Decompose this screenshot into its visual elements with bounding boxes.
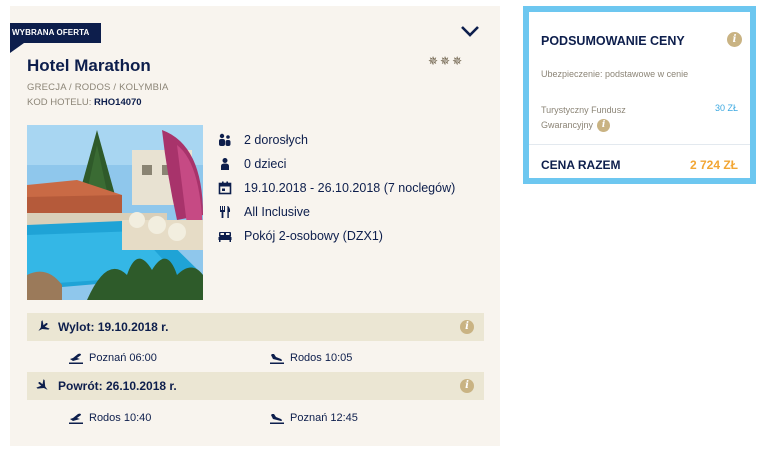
- summary-divider: [529, 144, 750, 145]
- adults-icon: [219, 133, 231, 146]
- bed-icon: [218, 232, 232, 242]
- hotel-code-label: KOD HOTELU:: [27, 97, 92, 108]
- plane-icon: [36, 379, 48, 390]
- adults-row: 2 dorosłych: [218, 128, 455, 152]
- hotel-name: Hotel Marathon: [27, 56, 151, 75]
- children-row: 0 dzieci: [218, 152, 455, 176]
- takeoff-icon: [69, 353, 83, 364]
- return-info-icon[interactable]: i: [460, 379, 474, 393]
- selected-offer-ribbon: WYBRANA OFERTA: [10, 23, 102, 43]
- takeoff-icon: [69, 413, 83, 424]
- dates-text: 19.10.2018 - 26.10.2018 (7 noclegów): [244, 181, 456, 195]
- insurance-text: Ubezpieczenie: podstawowe w cenie: [541, 69, 689, 79]
- guarantee-fund-info-icon[interactable]: i: [597, 119, 611, 133]
- cutlery-icon: [220, 206, 231, 218]
- guarantee-fund-label: Turystyczny Fundusz Gwarancyjny: [541, 105, 626, 130]
- guarantee-fund-row: Turystyczny Fundusz Gwarancyjny i: [541, 103, 651, 133]
- board-text: All Inclusive: [244, 205, 310, 219]
- return-departure-text: Rodos 10:40: [89, 412, 152, 424]
- room-row: Pokój 2-osobowy (DZX1): [218, 224, 455, 248]
- offer-card: WYBRANA OFERTA Hotel Marathon ✵✵✵ GRECJA…: [10, 6, 500, 446]
- guarantee-fund-value: 30 ZŁ: [714, 103, 738, 113]
- hotel-location: GRECJA / RODOS / KOLYMBIA: [27, 82, 169, 93]
- outbound-departure: Poznań 06:00: [69, 352, 157, 364]
- outbound-arrival: Rodos 10:05: [270, 352, 352, 364]
- outbound-departure-text: Poznań 06:00: [89, 352, 157, 364]
- landing-icon: [270, 354, 284, 364]
- return-arrival-text: Poznań 12:45: [290, 412, 358, 424]
- hotel-rating-stars: ✵✵✵: [428, 54, 465, 68]
- return-arrival: Poznań 12:45: [270, 412, 358, 424]
- outbound-flight-bar: Wylot: 19.10.2018 r. i: [27, 313, 484, 341]
- outbound-flight-label: Wylot: 19.10.2018 r.: [58, 320, 169, 334]
- offer-details: 2 dorosłych 0 dzieci 19.10.2018 - 26.10.…: [218, 128, 455, 248]
- landing-icon: [270, 414, 284, 424]
- return-flight-label: Powrót: 26.10.2018 r.: [58, 379, 177, 393]
- child-icon: [221, 158, 229, 170]
- return-flight-bar: Powrót: 26.10.2018 r. i: [27, 372, 484, 400]
- hotel-photo: [27, 125, 203, 300]
- hotel-code-value: RHO14070: [94, 97, 142, 108]
- outbound-arrival-text: Rodos 10:05: [290, 352, 353, 364]
- chevron-down-icon[interactable]: [460, 24, 480, 38]
- plane-icon: [38, 320, 50, 331]
- hotel-code: KOD HOTELU: RHO14070: [27, 97, 142, 108]
- summary-info-icon[interactable]: i: [727, 32, 742, 47]
- return-departure: Rodos 10:40: [69, 412, 151, 424]
- dates-row: 19.10.2018 - 26.10.2018 (7 noclegów): [218, 176, 455, 200]
- calendar-icon: [218, 181, 232, 195]
- price-summary-title: PODSUMOWANIE CENY: [541, 34, 685, 48]
- price-summary-panel: PODSUMOWANIE CENY i Ubezpieczenie: podst…: [523, 6, 756, 184]
- total-price-label: CENA RAZEM: [541, 158, 621, 172]
- total-price-value: 2 724 ZŁ: [689, 158, 738, 172]
- room-text: Pokój 2-osobowy (DZX1): [244, 229, 383, 243]
- board-row: All Inclusive: [218, 200, 455, 224]
- outbound-info-icon[interactable]: i: [460, 320, 474, 334]
- adults-text: 2 dorosłych: [244, 133, 308, 147]
- children-text: 0 dzieci: [244, 157, 287, 171]
